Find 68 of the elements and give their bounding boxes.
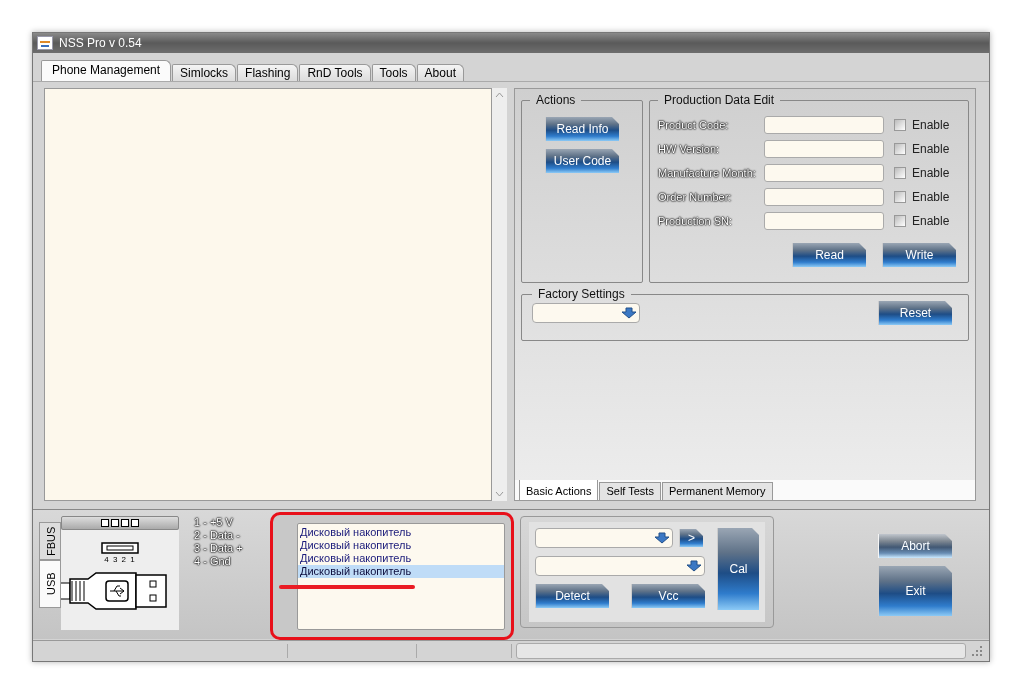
device-list-item[interactable]: Дисковый накопитель	[298, 526, 504, 539]
connection-tab[interactable]: USB	[39, 560, 61, 608]
input-field[interactable]	[764, 188, 884, 206]
checkbox-label: Enable	[912, 142, 950, 156]
action-button[interactable]: User Code	[545, 149, 619, 173]
field-label: Order Number:	[658, 191, 733, 203]
input-field[interactable]	[764, 116, 884, 134]
dropdown-arrow-icon[interactable]	[686, 560, 702, 572]
field-label: HW Version:	[658, 143, 721, 155]
group-title: Actions	[535, 93, 577, 107]
device-list-item[interactable]: Дисковый накопитель	[298, 552, 504, 565]
arrow-button[interactable]: >	[679, 529, 703, 547]
exit-button[interactable]: Exit	[878, 566, 952, 616]
reset-button[interactable]: Reset	[878, 301, 952, 325]
checkbox-label: Enable	[912, 166, 950, 180]
checkbox-label: Enable	[912, 118, 950, 132]
usb-socket-icon	[101, 542, 139, 554]
cal-button[interactable]: Cal	[717, 528, 759, 610]
tab[interactable]: Basic Actions	[519, 480, 599, 500]
action-button[interactable]: Read Info	[545, 117, 619, 141]
enable-checkbox[interactable]	[894, 167, 906, 179]
app-icon	[37, 36, 53, 50]
scrollbar[interactable]	[492, 88, 507, 501]
tab[interactable]: Self Tests	[599, 482, 661, 500]
window-title: NSS Pro v 0.54	[59, 36, 142, 50]
tab[interactable]: RnD Tools	[299, 64, 371, 81]
connection-tab[interactable]: FBUS	[39, 522, 61, 560]
scroll-up-icon[interactable]	[495, 92, 504, 98]
tab[interactable]: Flashing	[237, 64, 299, 81]
scroll-down-icon[interactable]	[495, 491, 504, 497]
device-list-item[interactable]: Дисковый накопитель	[298, 539, 504, 552]
group-title: Factory Settings	[537, 287, 626, 301]
dropdown[interactable]	[535, 556, 705, 576]
pin-label: 4 - Gnd	[194, 555, 232, 568]
dropdown[interactable]	[535, 528, 673, 548]
dropdown-arrow-icon[interactable]	[621, 307, 637, 319]
input-field[interactable]	[764, 140, 884, 158]
checkbox-label: Enable	[912, 214, 950, 228]
field-label: Product Code:	[658, 119, 730, 131]
device-list[interactable]: Дисковый накопитель Дисковый накопитель Дисковый накопитель Дисковый накопитель	[297, 523, 505, 630]
input-field[interactable]	[764, 212, 884, 230]
device-list-item[interactable]: Дисковый накопитель	[298, 565, 504, 578]
action-button[interactable]: Detect	[535, 584, 609, 608]
tab[interactable]: Tools	[371, 64, 416, 81]
enable-checkbox[interactable]	[894, 215, 906, 227]
tab[interactable]: Simlocks	[172, 64, 237, 81]
enable-checkbox[interactable]	[894, 143, 906, 155]
pin-label: 2 - Data -	[194, 529, 241, 542]
tab[interactable]: Phone Management	[41, 60, 172, 81]
enable-checkbox[interactable]	[894, 119, 906, 131]
tab[interactable]: Permanent Memory	[661, 482, 773, 500]
field-label: Manufacture Month:	[658, 167, 757, 179]
checkbox-label: Enable	[912, 190, 950, 204]
pin-squares-icon	[101, 519, 139, 527]
enable-checkbox[interactable]	[894, 191, 906, 203]
resize-grip-icon[interactable]	[972, 646, 982, 656]
pin-label: 1 - +5 V	[194, 516, 235, 529]
dropdown[interactable]	[532, 303, 640, 323]
pin-numbers: 4 3 2 1	[104, 555, 136, 564]
action-button[interactable]: Write	[882, 243, 956, 267]
action-button[interactable]: Read	[792, 243, 866, 267]
tab[interactable]: About	[416, 64, 464, 81]
input-field[interactable]	[764, 164, 884, 182]
dropdown-arrow-icon[interactable]	[654, 532, 670, 544]
action-button[interactable]: Vcc	[631, 584, 705, 608]
pin-label: 3 - Data +	[194, 542, 244, 555]
group-title: Production Data Edit	[663, 93, 776, 107]
field-label: Production SN:	[658, 215, 733, 227]
